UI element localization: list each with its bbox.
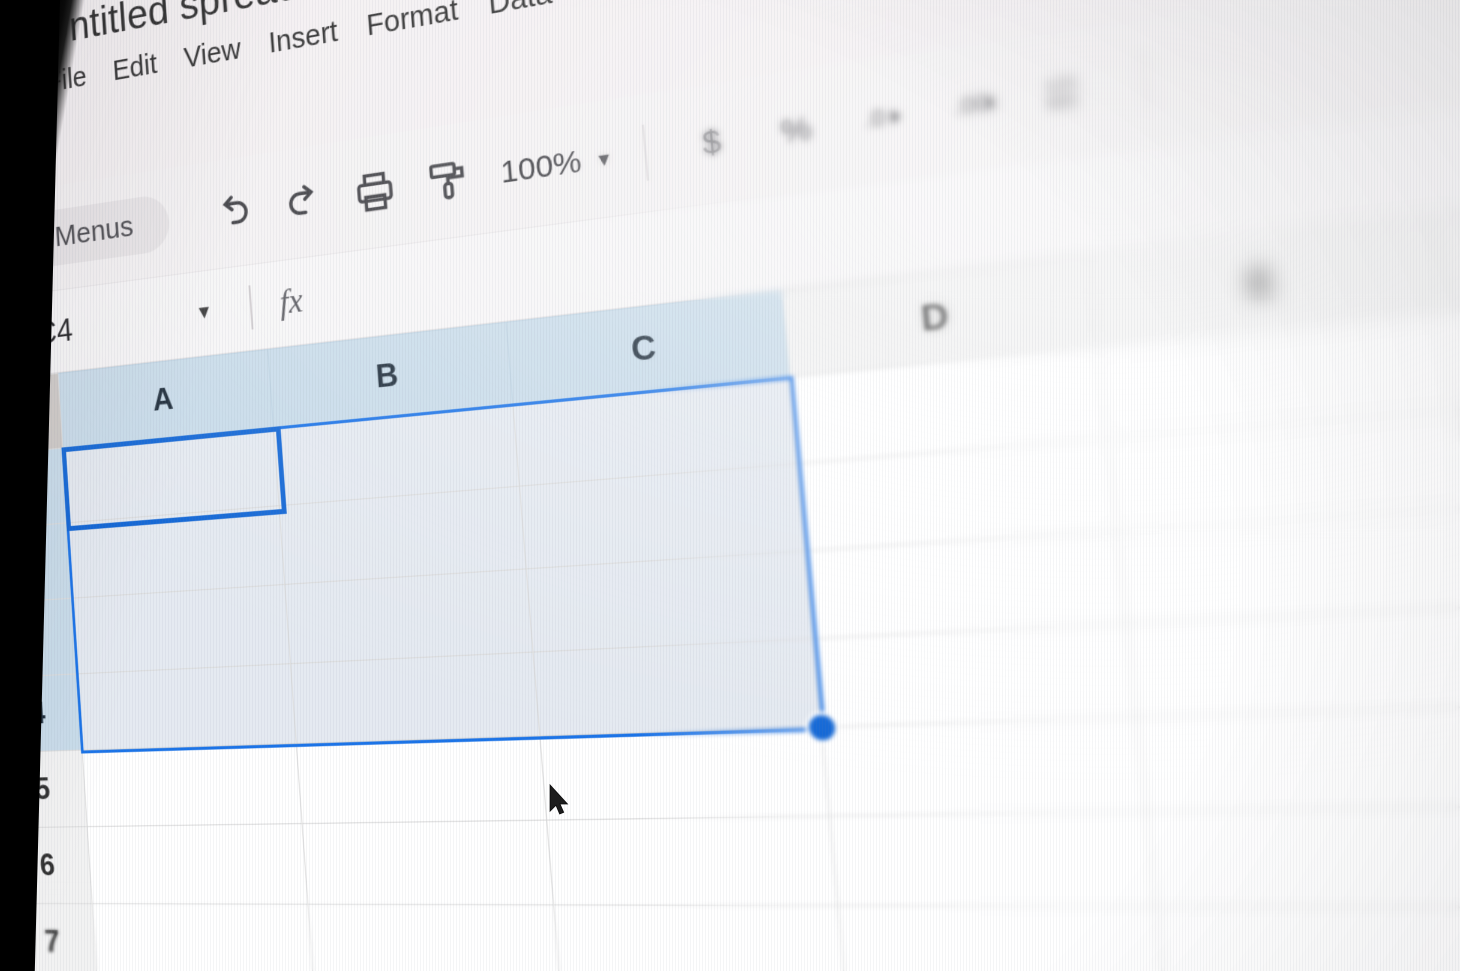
- photo-of-monitor-scene: ⌄ ‹ ›: [0, 0, 1460, 971]
- cell-b6[interactable]: [302, 820, 554, 905]
- svg-text:000: 000: [1046, 90, 1079, 113]
- cell-e5[interactable]: [1136, 706, 1460, 812]
- more-formats-123-icon[interactable]: 123 000: [1015, 42, 1119, 142]
- cell-a2[interactable]: [67, 505, 285, 599]
- cell-a5[interactable]: [82, 743, 303, 827]
- cell-c6[interactable]: [546, 816, 838, 906]
- percent-icon[interactable]: %: [750, 83, 843, 177]
- row-header-7[interactable]: 7: [7, 903, 98, 971]
- cell-a6[interactable]: [87, 823, 308, 905]
- menu-item-file[interactable]: File: [46, 61, 88, 99]
- search-icon: [10, 224, 41, 260]
- fx-icon: fx: [278, 282, 304, 322]
- menu-item-tools[interactable]: Tools: [582, 0, 658, 6]
- chevron-down-icon[interactable]: ▾: [597, 145, 611, 173]
- cell-e7[interactable]: [1156, 906, 1460, 971]
- cell-b4[interactable]: [290, 652, 540, 744]
- zoom-level-value[interactable]: 100%: [499, 144, 583, 192]
- currency-dollar-icon[interactable]: $: [667, 96, 757, 189]
- menu-item-view[interactable]: View: [183, 33, 242, 75]
- cell-d5[interactable]: [821, 717, 1147, 817]
- chevron-down-icon[interactable]: ▼: [195, 301, 214, 325]
- paint-format-icon[interactable]: [409, 137, 490, 225]
- svg-text:.00: .00: [953, 90, 991, 121]
- svg-text:.0: .0: [863, 106, 886, 134]
- cell-d4[interactable]: [813, 623, 1137, 728]
- menu-item-format[interactable]: Format: [365, 0, 459, 44]
- search-menus-label: Menus: [53, 210, 135, 254]
- cell-c4[interactable]: [532, 638, 822, 736]
- cell-e6[interactable]: [1146, 806, 1460, 908]
- row-header-6[interactable]: 6: [3, 826, 93, 904]
- toolbar-divider-2: [1140, 49, 1150, 112]
- cell-b3[interactable]: [284, 568, 533, 664]
- row-header-5[interactable]: 5: [0, 750, 88, 828]
- google-sheets-logo[interactable]: [0, 20, 32, 103]
- table-row: 7: [7, 903, 1460, 971]
- search-menus-button[interactable]: Menus: [0, 193, 172, 275]
- cell-a7[interactable]: [92, 903, 314, 971]
- name-box[interactable]: A1:C4: [0, 295, 197, 357]
- cell-a3[interactable]: [72, 584, 291, 674]
- formula-bar-divider: [248, 285, 254, 330]
- print-icon[interactable]: [336, 148, 414, 234]
- cell-d3[interactable]: [805, 530, 1127, 639]
- cell-d6[interactable]: [829, 811, 1157, 907]
- row-header-1[interactable]: 1: [0, 447, 68, 530]
- row-header-4[interactable]: 4: [0, 673, 83, 753]
- cell-c7[interactable]: [553, 904, 847, 971]
- toolbar-divider: [641, 124, 649, 181]
- menu-item-data[interactable]: Data: [487, 0, 553, 22]
- cell-a4[interactable]: [77, 663, 297, 751]
- increase-decimal-icon[interactable]: .00: [924, 56, 1024, 154]
- menu-item-edit[interactable]: Edit: [112, 48, 158, 88]
- select-all-corner[interactable]: [0, 373, 63, 456]
- cell-c5[interactable]: [539, 727, 830, 821]
- cell-e4[interactable]: [1126, 606, 1460, 718]
- row-header-3[interactable]: 3: [0, 598, 78, 678]
- cell-b5[interactable]: [296, 735, 547, 824]
- cell-d7[interactable]: [837, 905, 1167, 971]
- decrease-decimal-icon[interactable]: .0: [836, 70, 933, 166]
- cell-c3[interactable]: [526, 550, 814, 653]
- row-header-2[interactable]: 2: [0, 522, 73, 604]
- google-sheets-window: ⌄ ‹ ›: [0, 0, 1460, 971]
- screen-surface: ⌄ ‹ ›: [0, 0, 1460, 971]
- cell-b7[interactable]: [307, 904, 561, 971]
- menu-item-insert[interactable]: Insert: [268, 16, 339, 61]
- redo-icon[interactable]: [266, 159, 342, 244]
- undo-icon[interactable]: [197, 170, 271, 253]
